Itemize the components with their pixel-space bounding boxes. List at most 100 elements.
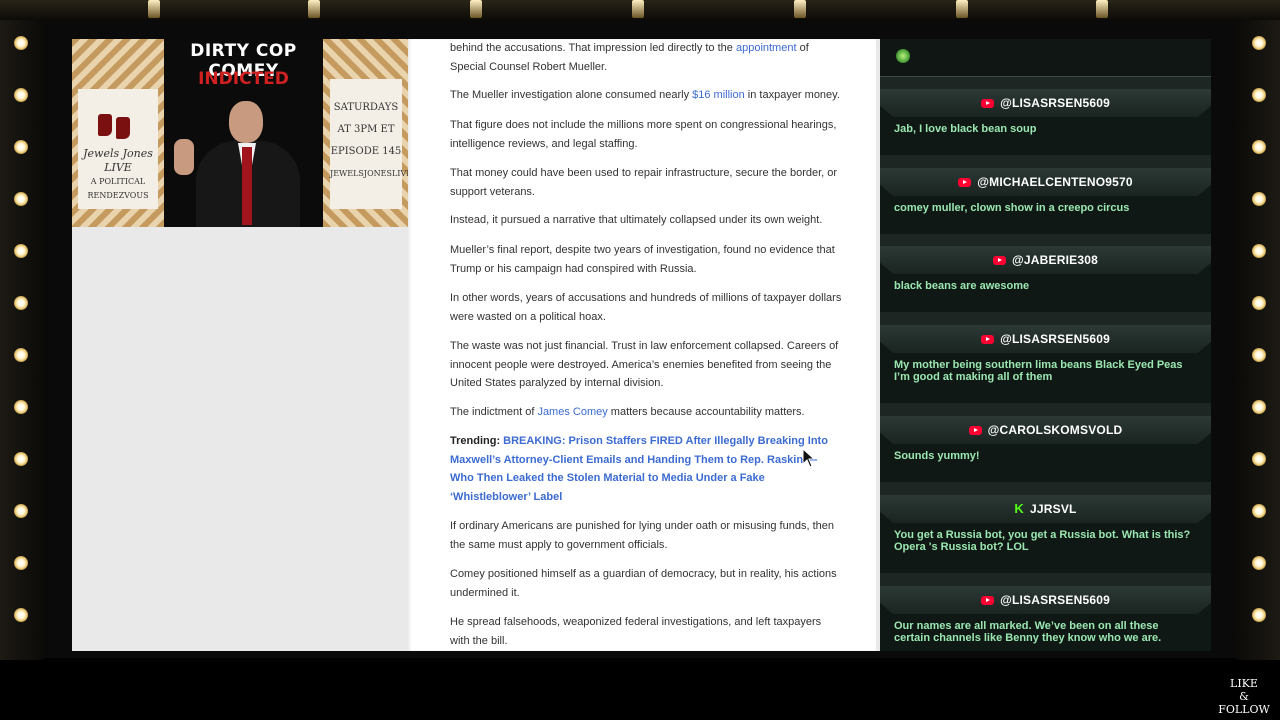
chat-text: comey muller, clown show in a creepo cir… bbox=[894, 202, 1130, 214]
marquee-bulb-icon bbox=[1252, 556, 1266, 570]
article-paragraph: The indictment of James Comey matters be… bbox=[450, 406, 805, 418]
marquee-bulb-icon bbox=[1252, 36, 1266, 50]
marquee-bulb-icon bbox=[14, 556, 28, 570]
chat-username: @JABERIE308 bbox=[1012, 253, 1098, 267]
appointment-link[interactable]: appointment bbox=[736, 42, 797, 54]
chat-username: @LISASRSEN5609 bbox=[1000, 332, 1110, 346]
chat-message: @LISASRSEN5609 Jab, I love black bean so… bbox=[880, 89, 1211, 155]
article-paragraph: That money could have been used to repai… bbox=[450, 167, 838, 198]
trending-block: Trending: BREAKING: Prison Staffers FIRE… bbox=[450, 432, 842, 506]
marquee-bulb-icon bbox=[14, 88, 28, 102]
marquee-bulb-icon bbox=[1252, 244, 1266, 258]
youtube-icon bbox=[981, 335, 995, 344]
article-paragraph: He spread falsehoods, weaponized federal… bbox=[450, 616, 822, 647]
chat-username-bar: @LISASRSEN5609 bbox=[880, 89, 1211, 117]
chat-username: @LISASRSEN5609 bbox=[1000, 96, 1110, 110]
article-paragraph: behind the accusations. That impression … bbox=[450, 42, 809, 73]
marquee-bulb-icon bbox=[1252, 608, 1266, 622]
heel-icon bbox=[98, 114, 112, 136]
schedule-info: SATURDAYS AT 3PM ET EPISODE 145 JEWELSJO… bbox=[330, 97, 408, 185]
article-paragraph: In other words, years of accusations and… bbox=[450, 292, 842, 323]
article-page[interactable]: behind the accusations. That impression … bbox=[408, 39, 876, 651]
sixteen-million-link[interactable]: $16 million bbox=[692, 89, 745, 101]
empty-panel bbox=[72, 227, 408, 651]
chat-text: Our names are all marked. We’ve been on … bbox=[894, 620, 1162, 644]
marquee-bulb-icon bbox=[14, 192, 28, 206]
chat-username-bar: @MICHAELCENTENO9570 bbox=[880, 168, 1211, 196]
marquee-bulb-icon bbox=[14, 140, 28, 154]
chat-message: @MICHAELCENTENO9570 comey muller, clown … bbox=[880, 168, 1211, 234]
chat-message: @LISASRSEN5609 My mother being southern … bbox=[880, 325, 1211, 403]
marquee-top-light bbox=[308, 0, 320, 18]
thumbnail-subtitle: INDICTED bbox=[198, 69, 289, 89]
marquee-bulb-icon bbox=[1252, 400, 1266, 414]
chat-text: Jab, I love black bean soup bbox=[894, 123, 1037, 135]
schedule-text: SATURDAYS AT 3PM ET bbox=[333, 102, 399, 135]
marquee-bulb-icon bbox=[14, 452, 28, 466]
marquee-bulb-icon bbox=[14, 36, 28, 50]
youtube-icon bbox=[981, 596, 995, 605]
marquee-bulb-icon bbox=[14, 608, 28, 622]
marquee-bulb-icon bbox=[14, 400, 28, 414]
chat-overlay: @LISASRSEN5609 Jab, I love black bean so… bbox=[880, 39, 1211, 651]
show-tagline: A POLITICAL RENDEZVOUS bbox=[87, 177, 149, 200]
chat-logo-icon bbox=[896, 49, 910, 63]
chat-text: black beans are awesome bbox=[894, 280, 1030, 292]
chat-message: @JABERIE308 black beans are awesome bbox=[880, 246, 1211, 312]
episode-thumbnail: Jewels Jones LIVE A POLITICAL RENDEZVOUS… bbox=[72, 39, 408, 227]
chat-text: You get a Russia bot, you get a Russia b… bbox=[894, 529, 1191, 553]
follow-text: FOLLOW bbox=[1218, 703, 1270, 716]
marquee-bulb-icon bbox=[14, 348, 28, 362]
like-text: LIKE bbox=[1230, 677, 1258, 690]
marquee-bulb-icon bbox=[14, 296, 28, 310]
article-paragraph: The Mueller investigation alone consumed… bbox=[450, 89, 840, 101]
chat-username: @LISASRSEN5609 bbox=[1000, 593, 1110, 607]
article-paragraph: Instead, it pursued a narrative that ult… bbox=[450, 214, 823, 226]
person-head bbox=[229, 101, 263, 143]
james-comey-link[interactable]: James Comey bbox=[537, 406, 607, 418]
marquee-bulb-icon bbox=[1252, 504, 1266, 518]
trending-label: Trending: bbox=[450, 435, 501, 447]
youtube-icon bbox=[958, 178, 972, 187]
raised-hand bbox=[174, 139, 194, 175]
marquee-bulb-icon bbox=[1252, 452, 1266, 466]
marquee-top-light bbox=[956, 0, 968, 18]
marquee-bulb-icon bbox=[14, 244, 28, 258]
marquee-top-light bbox=[148, 0, 160, 18]
marquee-bulb-icon bbox=[1252, 88, 1266, 102]
chat-username: @CAROLSKOMSVOLD bbox=[987, 423, 1123, 437]
marquee-top-light bbox=[470, 0, 482, 18]
marquee-top-light bbox=[794, 0, 806, 18]
heel-icon bbox=[116, 117, 130, 139]
person-tie bbox=[242, 147, 252, 225]
chat-username-bar: @JABERIE308 bbox=[880, 246, 1211, 274]
chat-message: K JJRSVL You get a Russia bot, you get a … bbox=[880, 495, 1211, 573]
marquee-bulb-icon bbox=[1252, 192, 1266, 206]
youtube-icon bbox=[993, 256, 1007, 265]
article-paragraph: That figure does not include the million… bbox=[450, 119, 837, 150]
trending-link[interactable]: BREAKING: Prison Staffers FIRED After Il… bbox=[450, 435, 828, 503]
ampersand-text: & bbox=[1239, 690, 1249, 703]
youtube-icon bbox=[981, 99, 995, 108]
chat-username-bar: K JJRSVL bbox=[880, 495, 1211, 523]
mouse-cursor-icon bbox=[802, 448, 816, 468]
show-name: Jewels Jones LIVE bbox=[83, 147, 153, 174]
youtube-icon bbox=[968, 426, 982, 435]
marquee-bulb-icon bbox=[14, 504, 28, 518]
marquee-bulb-icon bbox=[1252, 348, 1266, 362]
kick-icon: K bbox=[1014, 501, 1025, 516]
marquee-bulb-icon bbox=[1252, 140, 1266, 154]
episode-text: EPISODE 145 bbox=[330, 146, 402, 157]
article-paragraph: The waste was not just financial. Trust … bbox=[450, 340, 839, 389]
marquee-bulb-icon bbox=[1252, 296, 1266, 310]
chat-text: My mother being southern lima beans Blac… bbox=[894, 359, 1183, 383]
marquee-top-light bbox=[1096, 0, 1108, 18]
chat-username: JJRSVL bbox=[1030, 502, 1077, 516]
like-follow-overlay: LIKE & FOLLOW bbox=[1214, 677, 1274, 716]
article-paragraph: If ordinary Americans are punished for l… bbox=[450, 520, 834, 551]
chat-message: @CAROLSKOMSVOLD Sounds yummy! bbox=[880, 416, 1211, 482]
site-text: JEWELSJONESLIVE.COM bbox=[330, 169, 408, 178]
chat-username-bar: @LISASRSEN5609 bbox=[880, 586, 1211, 614]
chat-text: Sounds yummy! bbox=[894, 450, 980, 462]
chat-header bbox=[880, 39, 1211, 77]
